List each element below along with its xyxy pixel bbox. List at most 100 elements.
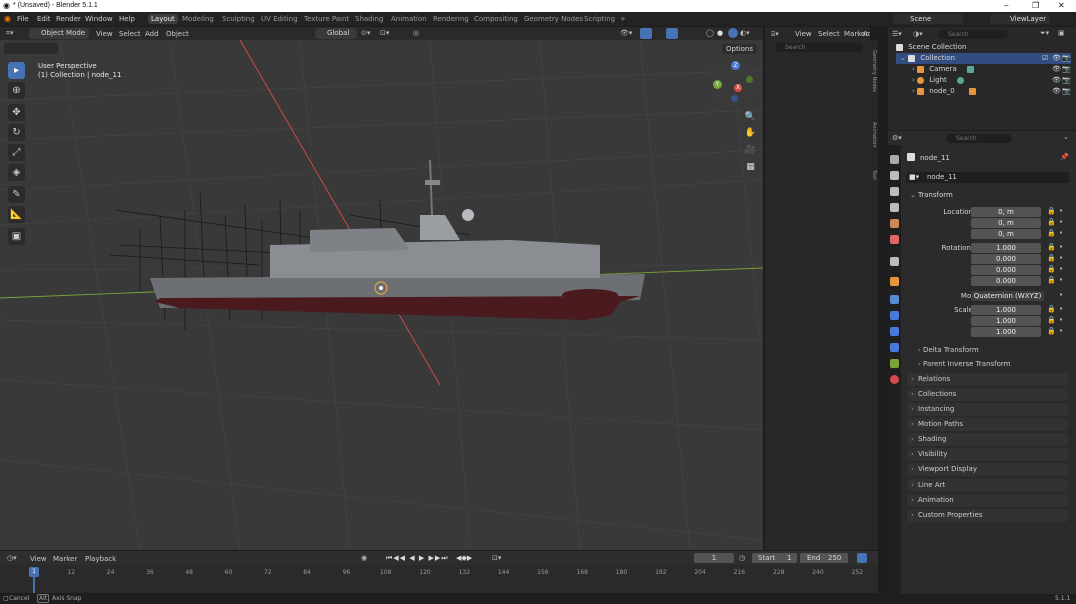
output-tab-icon[interactable] (890, 187, 899, 196)
menu-object[interactable]: Object (166, 30, 189, 38)
minimize-button[interactable]: – (1004, 1, 1008, 10)
preview-range-icon[interactable]: ◷ (739, 554, 745, 562)
tab-geometry-nodes[interactable]: Geometry Nodes (524, 15, 583, 23)
keyframe-dot-icon[interactable]: • (1059, 316, 1063, 324)
start-frame-field[interactable]: Start 1 (752, 553, 797, 563)
selection-mode-buttons[interactable] (4, 43, 58, 54)
scale-z-field[interactable]: 1.000 (971, 327, 1041, 337)
3d-viewport[interactable] (0, 40, 763, 550)
annotate-tool[interactable]: ✎ (8, 186, 25, 203)
material-tab-icon[interactable] (890, 375, 899, 384)
menu-view[interactable]: View (96, 30, 113, 38)
children-icon[interactable] (968, 87, 976, 95)
keyframe-dot-icon[interactable]: • (1059, 327, 1063, 335)
location-z-field[interactable]: 0, m (971, 229, 1041, 239)
tab-shading[interactable]: Shading (355, 15, 383, 23)
mid-editor-type-icon[interactable]: ⌸▾ (771, 30, 779, 39)
outliner-row-camera[interactable]: › Camera 👁 📷 (896, 64, 1071, 75)
transform-panel-header[interactable]: ⌄ Transform (907, 190, 1068, 201)
overlay-toggle-icon[interactable] (666, 28, 678, 39)
viewport-display-panel[interactable]: › Viewport Display (907, 463, 1068, 476)
lock-icon[interactable]: 🔒 (1047, 316, 1056, 324)
properties-type-icon[interactable]: ⚙▾ (892, 134, 902, 142)
outliner-type-icon[interactable]: ☰▾ (892, 30, 902, 38)
display-mode-icon[interactable]: ◑▾ (913, 30, 923, 38)
cursor-tool[interactable]: ⊕ (8, 82, 25, 99)
gizmo-z-icon[interactable]: Z (731, 61, 740, 70)
rotation-mode-dropdown[interactable]: Quaternion (WXYZ) (971, 291, 1044, 301)
delta-transform-subpanel[interactable]: › Delta Transform (918, 346, 979, 354)
keyframe-dot-icon[interactable]: • (1059, 305, 1063, 313)
mid-menu-view[interactable]: View (795, 30, 812, 38)
menu-window[interactable]: Window (85, 15, 113, 23)
render-camera-icon[interactable]: 📷 (1062, 64, 1071, 75)
tab-layout[interactable]: Layout (148, 14, 178, 24)
motion-paths-panel[interactable]: › Motion Paths (907, 418, 1068, 431)
editor-type-icon[interactable]: ⌗▾ (6, 29, 13, 38)
render-camera-icon[interactable]: 📷 (1062, 53, 1071, 64)
menu-help[interactable]: Help (119, 15, 135, 23)
tab-geometry-nodes-side[interactable]: Geometry Nodes (871, 50, 877, 110)
shading-panel[interactable]: › Shading (907, 433, 1068, 446)
line-art-panel[interactable]: › Line Art (907, 479, 1068, 492)
keyframe-dot-icon[interactable]: • (1059, 276, 1063, 284)
rotation-y-field[interactable]: 0.000 (971, 265, 1041, 275)
tool-tab-icon[interactable] (890, 155, 899, 164)
particles-tab-icon[interactable] (890, 311, 899, 320)
keyframe-dot-icon[interactable]: • (1059, 291, 1063, 299)
physics-tab-icon[interactable] (890, 327, 899, 336)
blender-menu-icon[interactable]: ◉ (4, 14, 11, 23)
constraints-tab-icon[interactable] (890, 343, 899, 352)
proportional-edit-icon[interactable]: ◎ (413, 29, 419, 37)
maximize-button[interactable]: ❐ (1032, 1, 1039, 10)
datablock-type-icon[interactable]: ■▾ (909, 173, 919, 181)
light-data-icon[interactable] (957, 76, 964, 84)
timeline-menu-view[interactable]: View (30, 555, 47, 563)
menu-render[interactable]: Render (56, 15, 81, 23)
eye-icon[interactable]: 👁 (1052, 64, 1061, 75)
relations-panel[interactable]: › Relations (907, 373, 1068, 386)
timeline-menu-playback[interactable]: Playback (85, 555, 116, 563)
visibility-icon[interactable]: 👁▾ (620, 29, 632, 37)
menu-file[interactable]: File (17, 15, 29, 23)
modifier-tab-icon[interactable] (890, 295, 899, 304)
mode-dropdown[interactable]: Object Mode (29, 28, 89, 39)
tab-rendering[interactable]: Rendering (433, 15, 469, 23)
view-layer-tab-icon[interactable] (890, 203, 899, 212)
tab-texture-paint[interactable]: Texture Paint (304, 15, 349, 23)
lock-icon[interactable]: 🔒 (1047, 276, 1056, 284)
solid-shading-icon[interactable]: ● (717, 29, 723, 37)
gizmo-toggle-icon[interactable] (640, 28, 652, 39)
add-cube-tool[interactable]: ▣ (8, 228, 25, 245)
tab-animation-side[interactable]: Animation (871, 122, 877, 162)
mid-menu-more[interactable]: Ac (863, 30, 870, 38)
tab-animation[interactable]: Animation (391, 15, 427, 23)
data-tab-icon[interactable] (890, 359, 899, 368)
lock-icon[interactable]: 🔒 (1047, 218, 1056, 226)
pivot-icon[interactable]: ⊙▾ (361, 29, 370, 37)
material-shading-icon[interactable] (728, 28, 738, 38)
keyframe-dot-icon[interactable]: • (1059, 229, 1063, 237)
lock-icon[interactable]: 🔒 (1047, 305, 1056, 313)
location-x-field[interactable]: 0, m (971, 207, 1041, 217)
collections-panel[interactable]: › Collections (907, 388, 1068, 401)
viewlayer-selector[interactable]: ViewLayer (990, 14, 1050, 24)
eye-icon[interactable]: 👁 (1052, 86, 1061, 97)
render-camera-icon[interactable]: 📷 (1062, 75, 1071, 86)
current-frame-field[interactable]: 1 (694, 553, 734, 563)
lock-icon[interactable]: 🔒 (1047, 254, 1056, 262)
menu-edit[interactable]: Edit (37, 15, 51, 23)
zoom-icon[interactable]: 🔍 (744, 112, 757, 125)
collection-tab-icon[interactable] (890, 257, 899, 266)
outliner-row-node-0[interactable]: › node_0 👁 📷 (896, 86, 1071, 97)
outliner-search-input[interactable]: Search (938, 30, 1008, 39)
render-camera-icon[interactable]: 📷 (1062, 86, 1071, 97)
lock-icon[interactable]: 🔒 (1047, 265, 1056, 273)
timeline-menu-marker[interactable]: Marker (53, 555, 77, 563)
new-collection-icon[interactable]: ▣ (1058, 29, 1065, 37)
expand-chevron-icon[interactable]: ⌄ (900, 54, 906, 62)
world-tab-icon[interactable] (890, 235, 899, 244)
close-button[interactable]: ✕ (1058, 1, 1065, 10)
parent-inverse-subpanel[interactable]: › Parent Inverse Transform (918, 360, 1011, 368)
location-y-field[interactable]: 0, m (971, 218, 1041, 228)
